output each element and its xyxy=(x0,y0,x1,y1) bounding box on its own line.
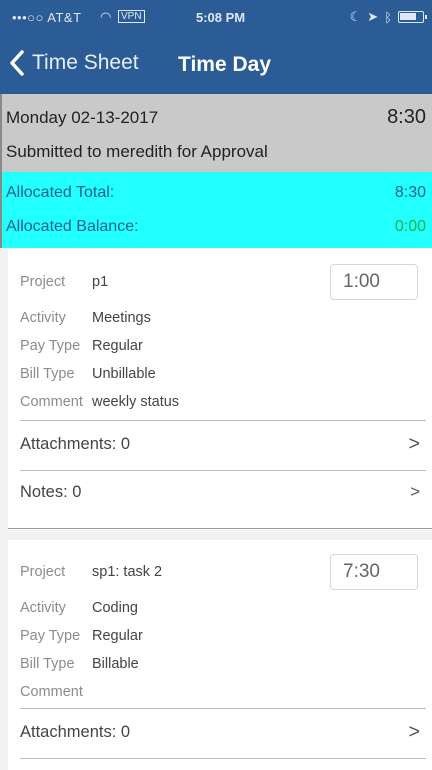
moon-icon: ☾ xyxy=(349,9,362,24)
day-header: Monday 02-13-2017 8:30 Submitted to mere… xyxy=(0,94,432,172)
project-row: Project sp1: task 2 xyxy=(20,564,162,580)
hours-field[interactable]: 7:30 xyxy=(330,554,418,590)
allocated-balance-row: Allocated Balance: 0:00 xyxy=(6,212,426,242)
attachments-label: Attachments: 0 xyxy=(20,434,131,453)
divider xyxy=(20,420,426,421)
bill-type-label: Bill Type xyxy=(20,366,75,382)
allocated-total-row: Allocated Total: 8:30 xyxy=(6,178,426,208)
activity-value: Coding xyxy=(92,600,138,616)
entry-separator xyxy=(8,528,432,529)
carrier-label: •••○○ AT&T xyxy=(12,10,82,25)
page-title: Time Day xyxy=(178,53,271,76)
activity-row: Activity Meetings xyxy=(20,310,151,326)
attachments-row[interactable]: Attachments: 0 > xyxy=(20,428,420,460)
pay-type-label: Pay Type xyxy=(20,628,81,644)
allocated-summary: Allocated Total: 8:30 Allocated Balance:… xyxy=(0,172,432,248)
day-total-hours: 8:30 xyxy=(387,106,426,128)
pay-type-value: Regular xyxy=(92,628,143,644)
chevron-left-icon xyxy=(10,50,24,76)
pay-type-row: Pay Type Regular xyxy=(20,338,143,354)
pay-type-row: Pay Type Regular xyxy=(20,628,143,644)
bill-type-label: Bill Type xyxy=(20,656,75,672)
vpn-badge: VPN xyxy=(118,10,145,23)
comment-label: Comment xyxy=(20,684,83,700)
activity-label: Activity xyxy=(20,600,66,616)
back-button[interactable]: Time Sheet xyxy=(8,50,139,76)
approval-status: Submitted to meredith for Approval xyxy=(6,142,268,161)
hours-field[interactable]: 1:00 xyxy=(330,264,418,300)
day-date: Monday 02-13-2017 xyxy=(6,108,159,127)
bill-type-row: Bill Type Billable xyxy=(20,656,139,672)
activity-label: Activity xyxy=(20,310,66,326)
allocated-balance-value: 0:00 xyxy=(394,218,426,235)
bill-type-row: Bill Type Unbillable xyxy=(20,366,156,382)
wifi-icon: ◠ xyxy=(100,9,112,24)
time-entry[interactable]: 1:00 Project p1 Activity Meetings Pay Ty… xyxy=(8,248,432,530)
bluetooth-icon: ᛒ xyxy=(384,9,392,25)
battery-icon xyxy=(398,11,427,23)
notes-row[interactable]: Notes: 0 > xyxy=(20,476,420,508)
activity-value: Meetings xyxy=(92,310,151,326)
project-label: Project xyxy=(20,274,66,290)
allocated-total-label: Allocated Total: xyxy=(6,184,115,201)
status-icons: ☾ ➤ ᛒ xyxy=(349,9,427,25)
comment-row: Comment xyxy=(20,684,92,700)
chevron-right-icon: > xyxy=(410,482,420,501)
back-label: Time Sheet xyxy=(32,51,139,74)
comment-label: Comment xyxy=(20,394,83,410)
bill-type-value: Unbillable xyxy=(92,366,156,382)
project-value: sp1: task 2 xyxy=(92,564,163,580)
activity-row: Activity Coding xyxy=(20,600,138,616)
divider xyxy=(20,470,426,471)
project-label: Project xyxy=(20,564,66,580)
comment-row: Comment weekly status xyxy=(20,394,179,410)
bill-type-value: Billable xyxy=(92,656,139,672)
time-entry[interactable]: 7:30 Project sp1: task 2 Activity Coding… xyxy=(8,540,432,770)
attachments-row[interactable]: Attachments: 0 > xyxy=(20,716,420,748)
attachments-label: Attachments: 0 xyxy=(20,722,131,741)
clock: 5:08 PM xyxy=(196,10,246,25)
pay-type-label: Pay Type xyxy=(20,338,81,354)
comment-value: weekly status xyxy=(92,394,180,410)
allocated-balance-label: Allocated Balance: xyxy=(6,218,139,235)
nav-bar: Time Sheet Time Day xyxy=(0,36,432,94)
notes-label: Notes: 0 xyxy=(20,482,82,501)
project-row: Project p1 xyxy=(20,274,108,290)
chevron-right-icon: > xyxy=(408,720,420,743)
allocated-total-value: 8:30 xyxy=(394,184,426,201)
divider xyxy=(20,708,426,709)
project-value: p1 xyxy=(92,274,109,290)
pay-type-value: Regular xyxy=(92,338,143,354)
entries-list: 1:00 Project p1 Activity Meetings Pay Ty… xyxy=(0,248,432,770)
chevron-right-icon: > xyxy=(408,432,420,455)
status-bar: •••○○ AT&T ◠ VPN 5:08 PM ☾ ➤ ᛒ xyxy=(0,0,432,36)
divider xyxy=(20,758,426,759)
location-icon: ➤ xyxy=(367,9,379,24)
